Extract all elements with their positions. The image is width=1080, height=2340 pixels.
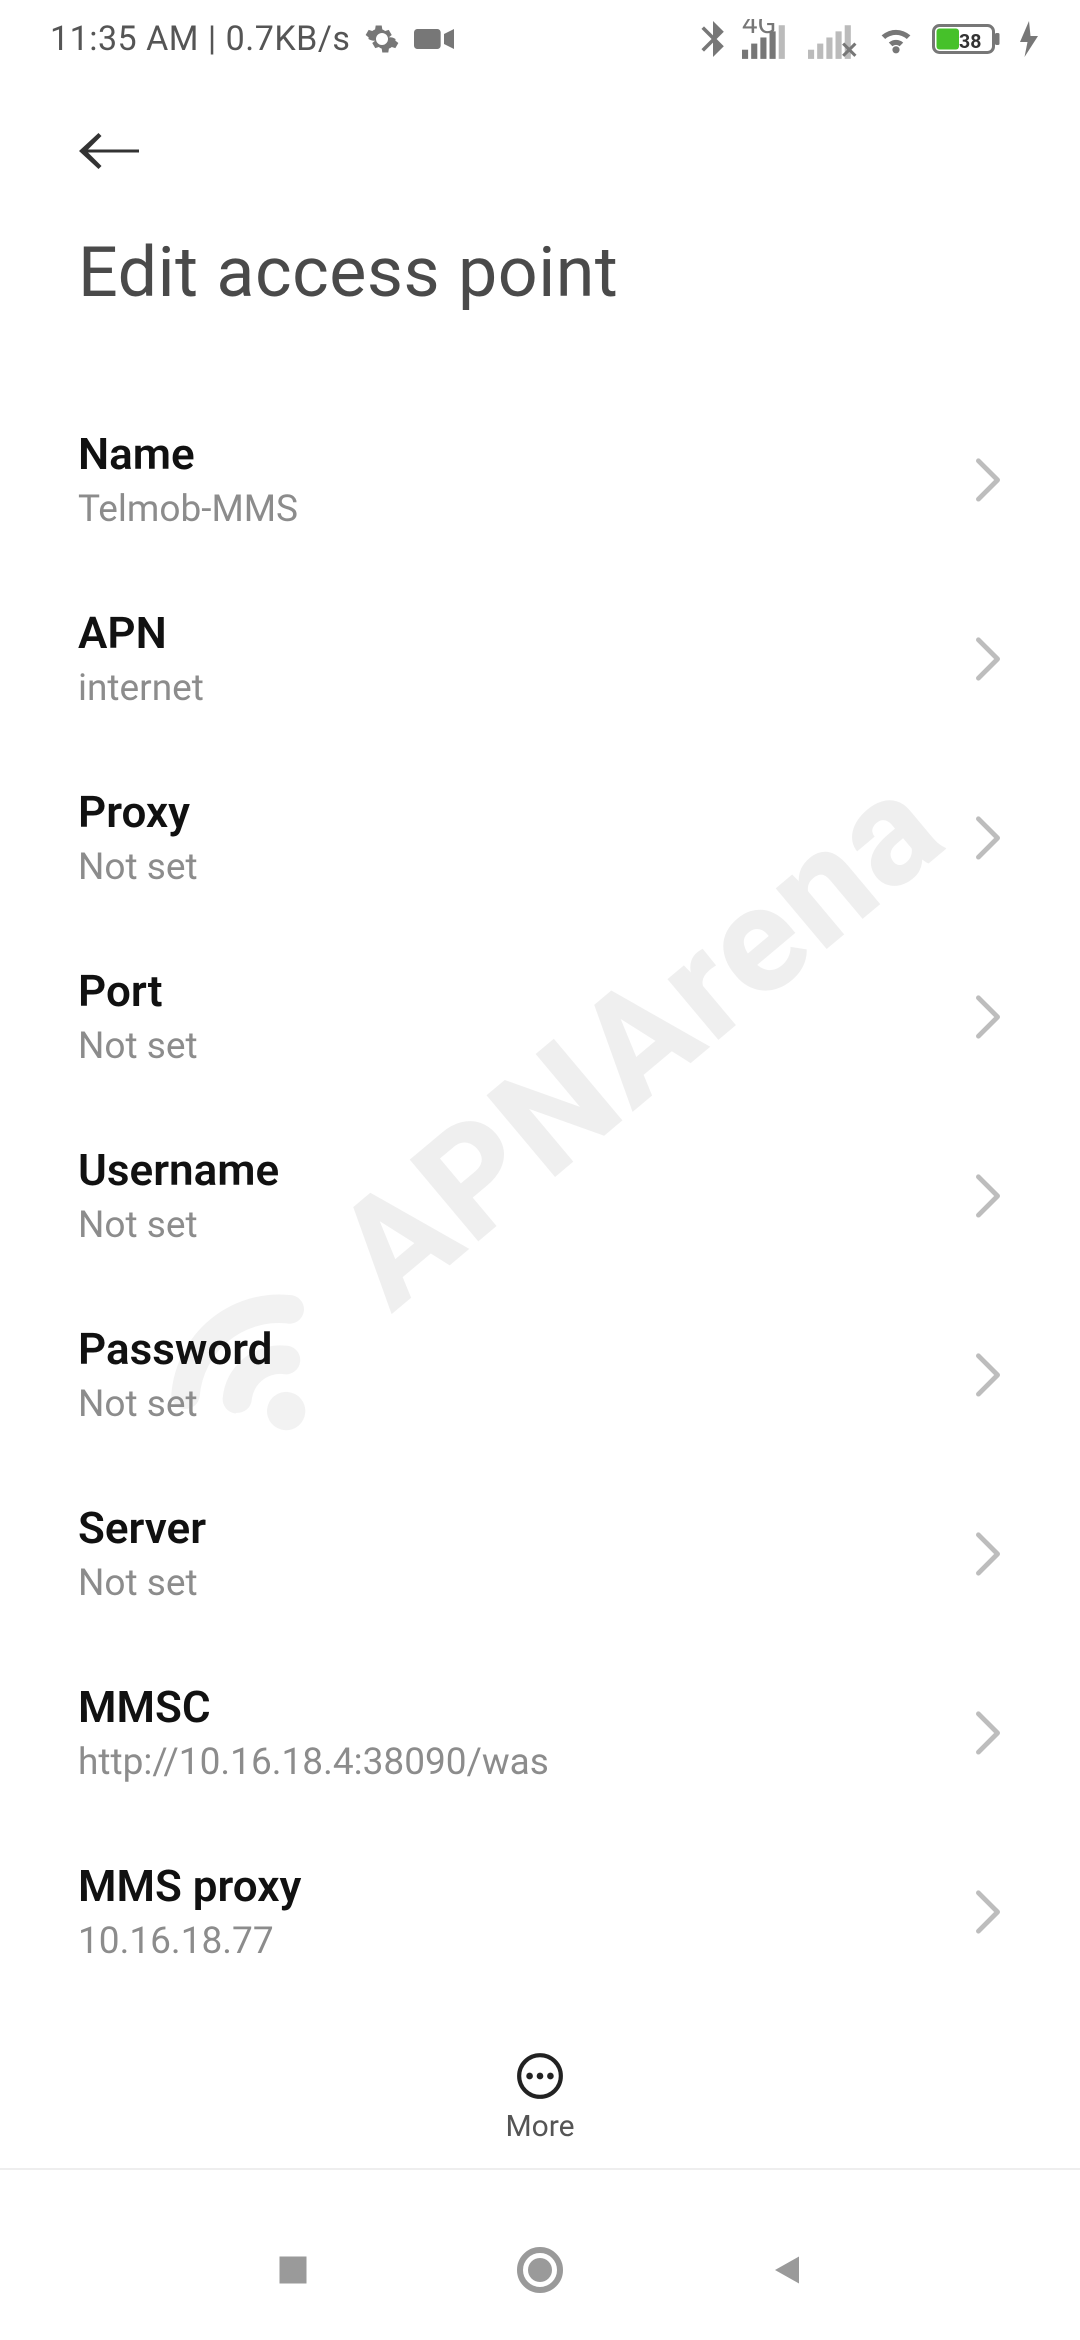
setting-value: Not set xyxy=(78,1383,1002,1426)
setting-title: Password xyxy=(78,1323,1002,1375)
status-sep: | xyxy=(208,19,226,59)
setting-title: Proxy xyxy=(78,786,1002,838)
signal-2-icon xyxy=(808,19,860,59)
setting-row-username[interactable]: Username Not set xyxy=(78,1106,1002,1285)
chevron-right-icon xyxy=(974,1710,1002,1756)
status-net-speed: 0.7KB/s xyxy=(226,19,351,59)
setting-row-mmsproxy[interactable]: MMS proxy 10.16.18.77 xyxy=(78,1822,1002,2001)
chevron-right-icon xyxy=(974,1173,1002,1219)
setting-row-server[interactable]: Server Not set xyxy=(78,1464,1002,1643)
setting-row-mmsc[interactable]: MMSC http://10.16.18.4:38090/was xyxy=(78,1643,1002,1822)
status-time: 11:35 AM | 0.7KB/s xyxy=(50,19,350,59)
battery-pct: 38 xyxy=(959,30,981,53)
more-button[interactable]: More xyxy=(505,2051,574,2144)
chevron-right-icon xyxy=(974,457,1002,503)
setting-value: http://10.16.18.4:38090/was xyxy=(78,1741,1002,1784)
signal-1-icon: 4G xyxy=(742,19,794,59)
android-nav-bar xyxy=(0,2200,1080,2340)
page-title: Edit access point xyxy=(78,232,618,314)
camera-icon xyxy=(414,24,454,54)
setting-value: Not set xyxy=(78,846,1002,889)
bottom-bar: More xyxy=(0,2040,1080,2170)
setting-row-port[interactable]: Port Not set xyxy=(78,927,1002,1106)
battery-icon: 38 xyxy=(932,21,1004,57)
setting-value: Telmob-MMS xyxy=(78,488,1002,531)
setting-row-name[interactable]: Name Telmob-MMS xyxy=(78,390,1002,569)
wifi-status-icon xyxy=(874,21,918,57)
gear-icon xyxy=(364,21,400,57)
setting-title: MMS proxy xyxy=(78,1860,1002,1912)
setting-value: Not set xyxy=(78,1204,1002,1247)
nav-home-button[interactable] xyxy=(505,2235,575,2305)
charging-bolt-icon xyxy=(1018,21,1040,57)
setting-title: MMSC xyxy=(78,1681,1002,1733)
square-icon xyxy=(275,2252,311,2288)
setting-row-proxy[interactable]: Proxy Not set xyxy=(78,748,1002,927)
setting-value: 10.16.18.77 xyxy=(78,1920,1002,1963)
setting-row-password[interactable]: Password Not set xyxy=(78,1285,1002,1464)
chevron-right-icon xyxy=(974,815,1002,861)
arrow-left-icon xyxy=(79,131,139,171)
chevron-right-icon xyxy=(974,1352,1002,1398)
status-bar: 11:35 AM | 0.7KB/s 4G xyxy=(0,0,1080,78)
more-label: More xyxy=(505,2109,574,2144)
setting-row-apn[interactable]: APN internet xyxy=(78,569,1002,748)
back-button[interactable] xyxy=(78,120,140,182)
setting-title: Username xyxy=(78,1144,1002,1196)
setting-title: Server xyxy=(78,1502,1002,1554)
more-icon xyxy=(515,2051,565,2101)
nav-back-button[interactable] xyxy=(752,2235,822,2305)
circle-icon xyxy=(516,2246,564,2294)
chevron-right-icon xyxy=(974,994,1002,1040)
setting-title: Port xyxy=(78,965,1002,1017)
setting-title: Name xyxy=(78,428,1002,480)
chevron-right-icon xyxy=(974,636,1002,682)
status-right: 4G 38 xyxy=(698,19,1040,59)
chevron-right-icon xyxy=(974,1889,1002,1935)
setting-value: internet xyxy=(78,667,1002,710)
settings-list: NameTelmob-MMSAPNinternetProxyNot setPor… xyxy=(0,390,1080,2050)
status-left: 11:35 AM | 0.7KB/s xyxy=(50,19,454,59)
status-time-text: 11:35 AM xyxy=(50,19,199,59)
chevron-right-icon xyxy=(974,1531,1002,1577)
triangle-left-icon xyxy=(769,2252,805,2288)
setting-title: APN xyxy=(78,607,1002,659)
setting-value: Not set xyxy=(78,1025,1002,1068)
nav-recents-button[interactable] xyxy=(258,2235,328,2305)
setting-value: Not set xyxy=(78,1562,1002,1605)
bluetooth-icon xyxy=(698,21,728,57)
